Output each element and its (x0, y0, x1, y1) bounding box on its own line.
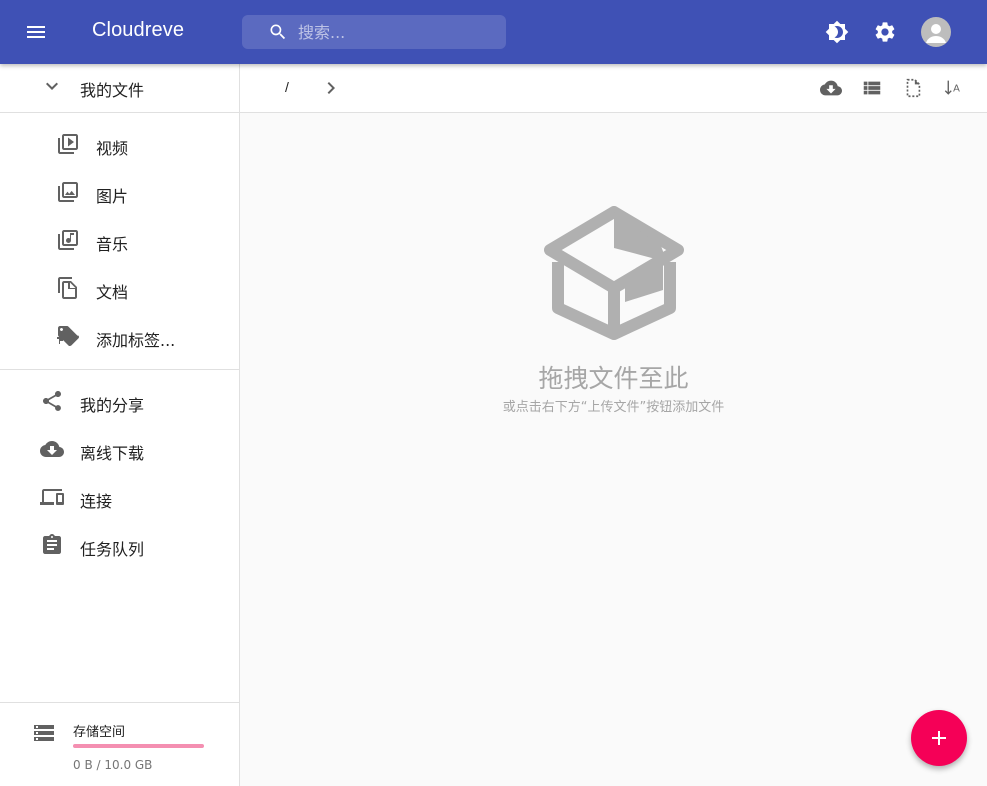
sidebar-item-label: 音乐 (96, 235, 129, 254)
sidebar-item-label: 连接 (80, 492, 113, 511)
add-icon (932, 731, 946, 745)
sidebar-item-label: 我的分享 (80, 396, 145, 415)
upload-fab-button[interactable] (911, 710, 967, 766)
view-list-icon[interactable] (861, 77, 883, 99)
settings-icon (875, 22, 895, 42)
settings-button[interactable] (873, 20, 897, 44)
chevron-right-icon[interactable] (319, 76, 343, 100)
sidebar-item-connect[interactable]: 连接 (0, 475, 239, 519)
empty-state-title: 拖拽文件至此 (538, 364, 689, 393)
sidebar-item-add-tag[interactable]: 添加标签... (0, 314, 239, 358)
sidebar-item-task-queue[interactable]: 任务队列 (0, 523, 239, 567)
menu-button[interactable] (24, 18, 72, 46)
menu-icon (27, 26, 45, 38)
storage-panel: 存储空间 0 B / 10.0 GB (0, 702, 239, 786)
search-box[interactable] (242, 15, 506, 49)
storage-title: 存储空间 (73, 725, 126, 740)
sidebar-item-label: 视频 (96, 139, 129, 158)
sort-icon[interactable]: A (943, 77, 965, 99)
file-copy-icon (58, 277, 77, 299)
sidebar-item-my-shares[interactable]: 我的分享 (0, 379, 239, 423)
breadcrumb-root[interactable]: / (285, 79, 289, 95)
sidebar-item-documents[interactable]: 文档 (0, 266, 239, 310)
sidebar-item-label: 添加标签... (96, 331, 176, 350)
sidebar-item-videos[interactable]: 视频 (0, 122, 239, 166)
storage-progress-bar (73, 744, 204, 748)
sidebar-item-offline-download[interactable]: 离线下载 (0, 427, 239, 471)
assignment-icon (43, 534, 61, 554)
sidebar-item-label: 任务队列 (80, 540, 145, 559)
sidebar-item-my-files[interactable]: 我的文件 (0, 64, 239, 108)
photo-library-icon (58, 182, 78, 202)
account-icon (926, 24, 946, 43)
sidebar-item-label: 图片 (96, 187, 129, 206)
devices-icon (40, 489, 64, 505)
divider (0, 369, 239, 370)
app-bar: Cloudreve (0, 0, 987, 64)
cloud-download-icon[interactable] (820, 77, 842, 99)
brightness-icon (825, 20, 849, 44)
file-drop-area[interactable]: 拖拽文件至此 或点击右下方“上传文件”按钮添加文件 (240, 113, 987, 786)
sidebar: 我的文件 视频 图片 音乐 文档 添加标签... 我的分享 离线下载 连接 任务… (0, 64, 240, 786)
storage-icon (34, 725, 54, 741)
user-avatar[interactable] (921, 17, 951, 47)
sidebar-item-label: 文档 (96, 283, 129, 302)
search-icon (270, 24, 286, 40)
search-input[interactable] (298, 15, 498, 49)
file-select-icon[interactable] (902, 77, 924, 99)
cloud-download-icon (40, 441, 64, 457)
sidebar-item-music[interactable]: 音乐 (0, 218, 239, 262)
app-title: Cloudreve (92, 19, 185, 41)
svg-text:A: A (953, 84, 960, 95)
share-icon (43, 391, 61, 411)
navigation-toolbar: / A (240, 64, 987, 113)
chevron-down-icon (46, 82, 58, 90)
library-music-icon (58, 230, 78, 250)
storage-usage: 0 B / 10.0 GB (73, 758, 153, 772)
sidebar-item-images[interactable]: 图片 (0, 170, 239, 214)
box-icon (544, 206, 684, 340)
theme-toggle-button[interactable] (825, 20, 849, 44)
video-library-icon (58, 134, 78, 154)
divider (0, 112, 239, 113)
add-tag-icon (57, 326, 79, 346)
sidebar-item-label: 我的文件 (80, 81, 145, 100)
empty-state-subtitle: 或点击右下方“上传文件”按钮添加文件 (502, 400, 725, 415)
sidebar-item-label: 离线下载 (80, 444, 145, 463)
